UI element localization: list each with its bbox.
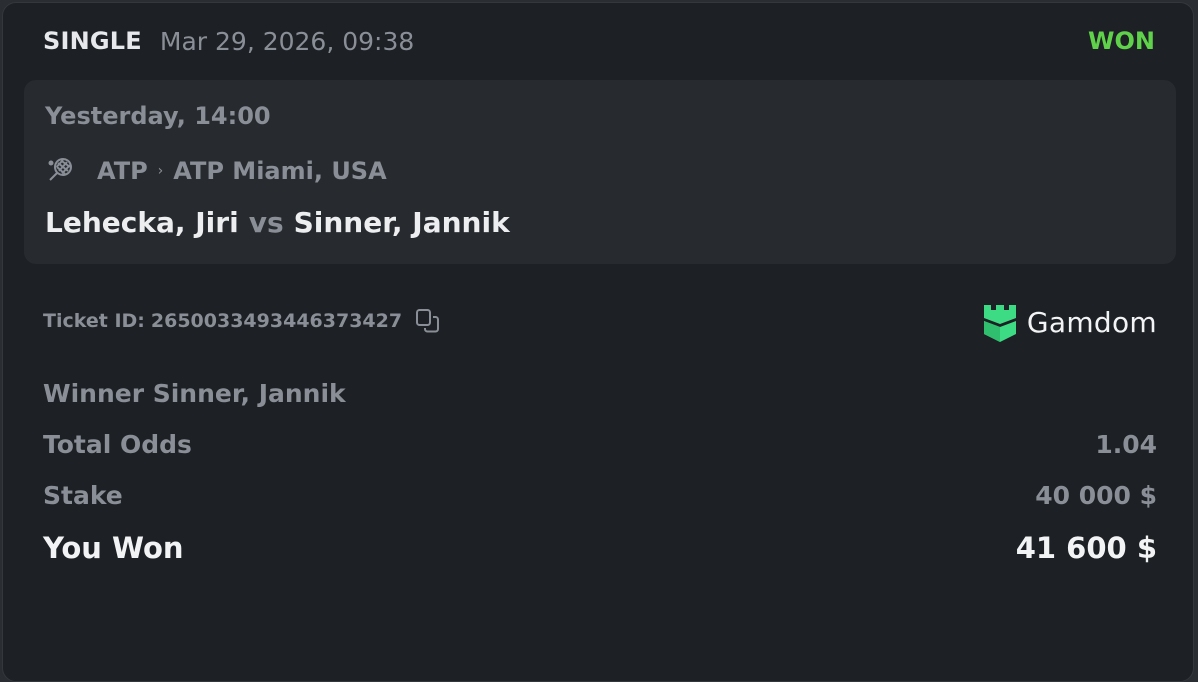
stake-label: Stake [43, 481, 123, 510]
breadcrumb-separator: › [157, 163, 164, 179]
ticket-header: SINGLE Mar 29, 2026, 09:38 WON [43, 25, 1155, 57]
match-teams: Lehecka, Jiri vs Sinner, Jannik [45, 206, 510, 239]
total-odds-value: 1.04 [1095, 430, 1157, 459]
ticket-id-label: Ticket ID: [43, 310, 145, 332]
status-badge: WON [1088, 27, 1155, 55]
league-link[interactable]: ATP [97, 157, 148, 185]
bet-type: SINGLE [43, 27, 142, 55]
vs-label: vs [248, 206, 284, 239]
bet-selection: Winner Sinner, Jannik [43, 379, 346, 408]
total-odds-label: Total Odds [43, 430, 192, 459]
total-odds-row: Total Odds 1.04 [43, 430, 1157, 459]
stake-row: Stake 40 000 $ [43, 481, 1157, 510]
bet-ticket-card: SINGLE Mar 29, 2026, 09:38 WON Yesterday… [2, 2, 1194, 682]
copy-icon[interactable] [414, 307, 442, 335]
event-time: Yesterday, 14:00 [45, 102, 271, 130]
ticket-id-value: 2650033493446373427 [150, 310, 403, 332]
tournament-link[interactable]: ATP Miami, USA [173, 157, 386, 185]
ticket-id-row: Ticket ID: 2650033493446373427 [43, 307, 442, 335]
tennis-racket-icon [45, 156, 75, 186]
gamdom-logo-icon [982, 301, 1018, 343]
payout-row: You Won 41 600 $ [43, 531, 1157, 565]
brand-name: Gamdom [1026, 305, 1157, 339]
brand: Gamdom [982, 301, 1157, 343]
bet-date: Mar 29, 2026, 09:38 [159, 26, 415, 56]
home-team: Lehecka, Jiri [45, 206, 239, 239]
stake-value: 40 000 $ [1035, 481, 1157, 510]
breadcrumb: ATP › ATP Miami, USA [45, 156, 387, 186]
payout-label: You Won [43, 531, 184, 565]
event-details[interactable]: Yesterday, 14:00 ATP › ATP Miami, USA Le… [24, 80, 1176, 264]
away-team: Sinner, Jannik [293, 206, 510, 239]
payout-value: 41 600 $ [1015, 531, 1157, 565]
